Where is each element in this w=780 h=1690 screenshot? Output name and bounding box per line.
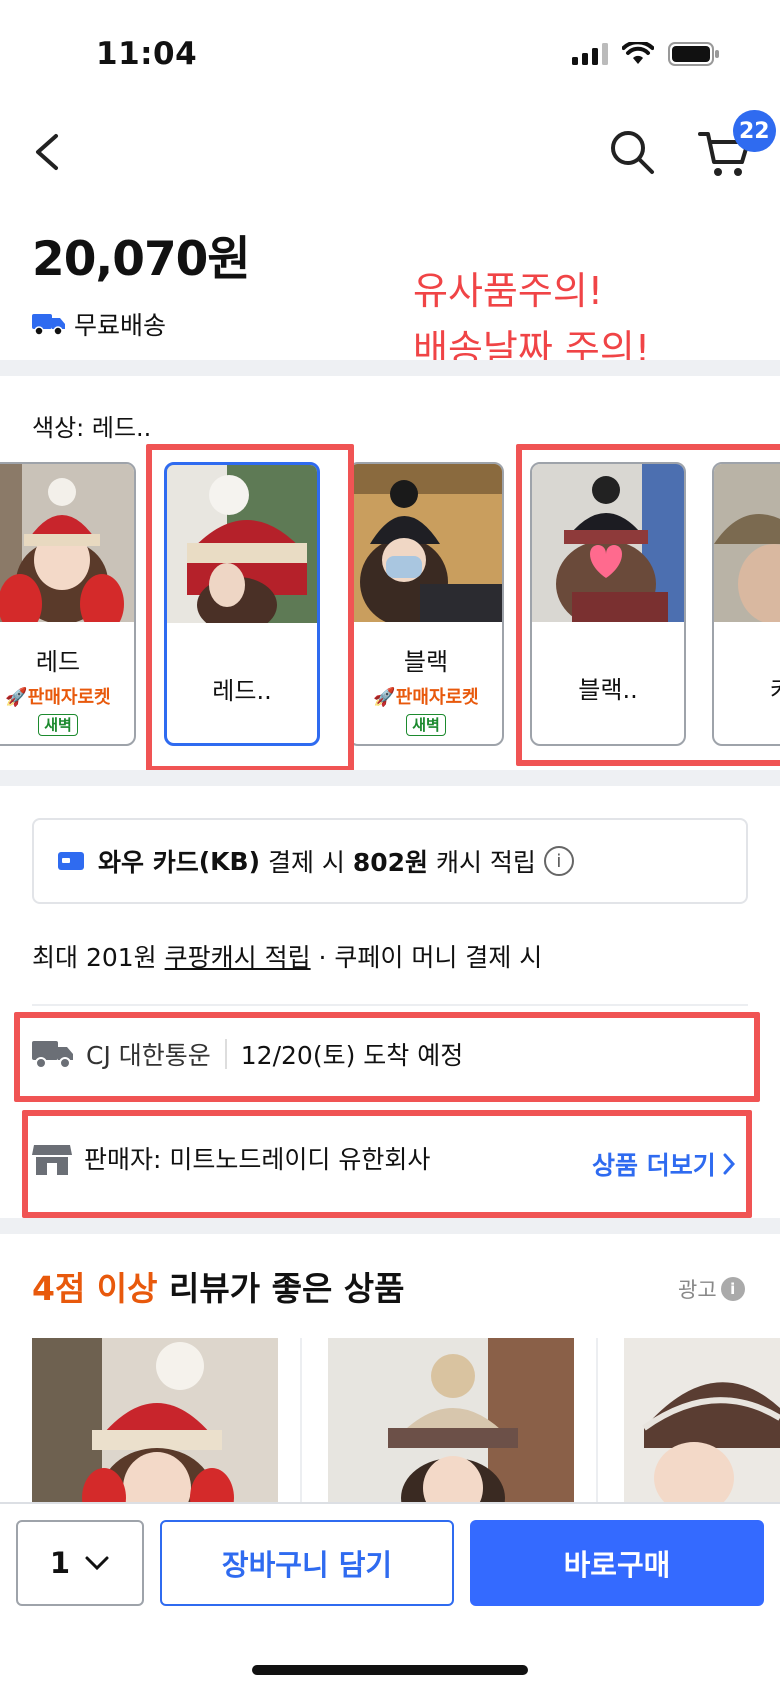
chevron-down-icon [85, 1556, 109, 1571]
buy-now-button[interactable]: 바로구매 [470, 1520, 764, 1606]
divider [300, 1338, 302, 1508]
benefit-prefix: 와우 카드 [98, 848, 199, 877]
shipping-label: 무료배송 [74, 311, 167, 340]
dawn-delivery-badge: 새벽 [38, 714, 78, 736]
status-icons [572, 42, 720, 66]
product-image [624, 1338, 780, 1508]
recommend-title-rest: 리뷰가 좋은 상품 [157, 1269, 405, 1308]
info-icon[interactable]: i [543, 846, 574, 876]
search-button[interactable] [604, 124, 660, 180]
back-button[interactable] [28, 124, 68, 180]
shipping-info: 무료배송 [32, 306, 166, 342]
cash-suffix: · 쿠페이 머니 결제 시 [310, 943, 543, 972]
recommended-product[interactable] [624, 1338, 780, 1508]
quantity-select[interactable]: 1 [16, 1520, 144, 1606]
seller-rocket-label: 🚀판매자로켓 [5, 687, 111, 708]
product-image [328, 1338, 574, 1508]
wifi-icon [622, 42, 654, 64]
add-to-cart-button[interactable]: 장바구니 담기 [160, 1520, 454, 1606]
quantity-value: 1 [49, 1546, 71, 1580]
battery-icon [668, 42, 719, 66]
search-icon [611, 131, 654, 174]
annotation-box-option [146, 444, 354, 772]
dawn-delivery-badge: 새벽 [406, 714, 446, 736]
card-benefit-box[interactable]: 와우 카드 (KB) 결제 시 802원 캐시 적립 i [32, 818, 748, 904]
info-icon: i [720, 1277, 745, 1301]
option-image [350, 464, 502, 622]
option-card-black[interactable]: 블랙 🚀판매자로켓 새벽 [348, 462, 504, 746]
option-name: 블랙 [403, 648, 449, 676]
benefit-amount: 802원 [352, 848, 429, 877]
cash-reward-line: 최대 201원 쿠팡캐시 적립 · 쿠페이 머니 결제 시 [32, 938, 542, 974]
delivery-truck-icon [32, 314, 65, 336]
divider [32, 1004, 748, 1006]
annotation-box-option [516, 444, 780, 766]
section-divider [0, 1218, 780, 1234]
option-card-red[interactable]: 레드 🚀판매자로켓 새벽 [0, 462, 136, 746]
status-time: 11:04 [96, 36, 198, 72]
benefit-mid: 결제 시 [260, 848, 353, 877]
home-indicator [252, 1665, 528, 1675]
recommend-section-title: 4점 이상 리뷰가 좋은 상품 [32, 1262, 405, 1310]
recommend-title-highlight: 4점 이상 [32, 1269, 158, 1308]
section-divider [0, 360, 780, 376]
ad-text: 광고 [678, 1278, 717, 1302]
coupang-cash-link[interactable]: 쿠팡캐시 적립 [165, 943, 311, 972]
section-divider [0, 770, 780, 786]
option-image [0, 464, 134, 622]
option-name: 레드 [35, 648, 81, 676]
recommended-product[interactable] [32, 1338, 278, 1508]
chevron-left-icon [36, 134, 58, 170]
product-image [32, 1338, 278, 1508]
credit-card-icon [58, 852, 84, 870]
annotation-box-seller [22, 1110, 752, 1218]
ad-label[interactable]: 광고 i [678, 1274, 745, 1304]
annotation-line-1: 유사품주의! [413, 269, 604, 313]
signal-icon [572, 43, 608, 65]
divider [596, 1338, 598, 1508]
color-option-label: 색상: 레드.. [32, 414, 152, 442]
benefit-suffix: 캐시 적립 [428, 848, 536, 877]
product-price: 20,070원 [32, 232, 251, 287]
annotation-box-delivery [14, 1012, 760, 1102]
cash-prefix: 최대 201원 [32, 943, 165, 972]
benefit-card: (KB) [198, 846, 260, 876]
cart-count-badge: 22 [733, 110, 776, 152]
recommended-product[interactable] [328, 1338, 574, 1508]
seller-rocket-label: 🚀판매자로켓 [373, 687, 479, 708]
